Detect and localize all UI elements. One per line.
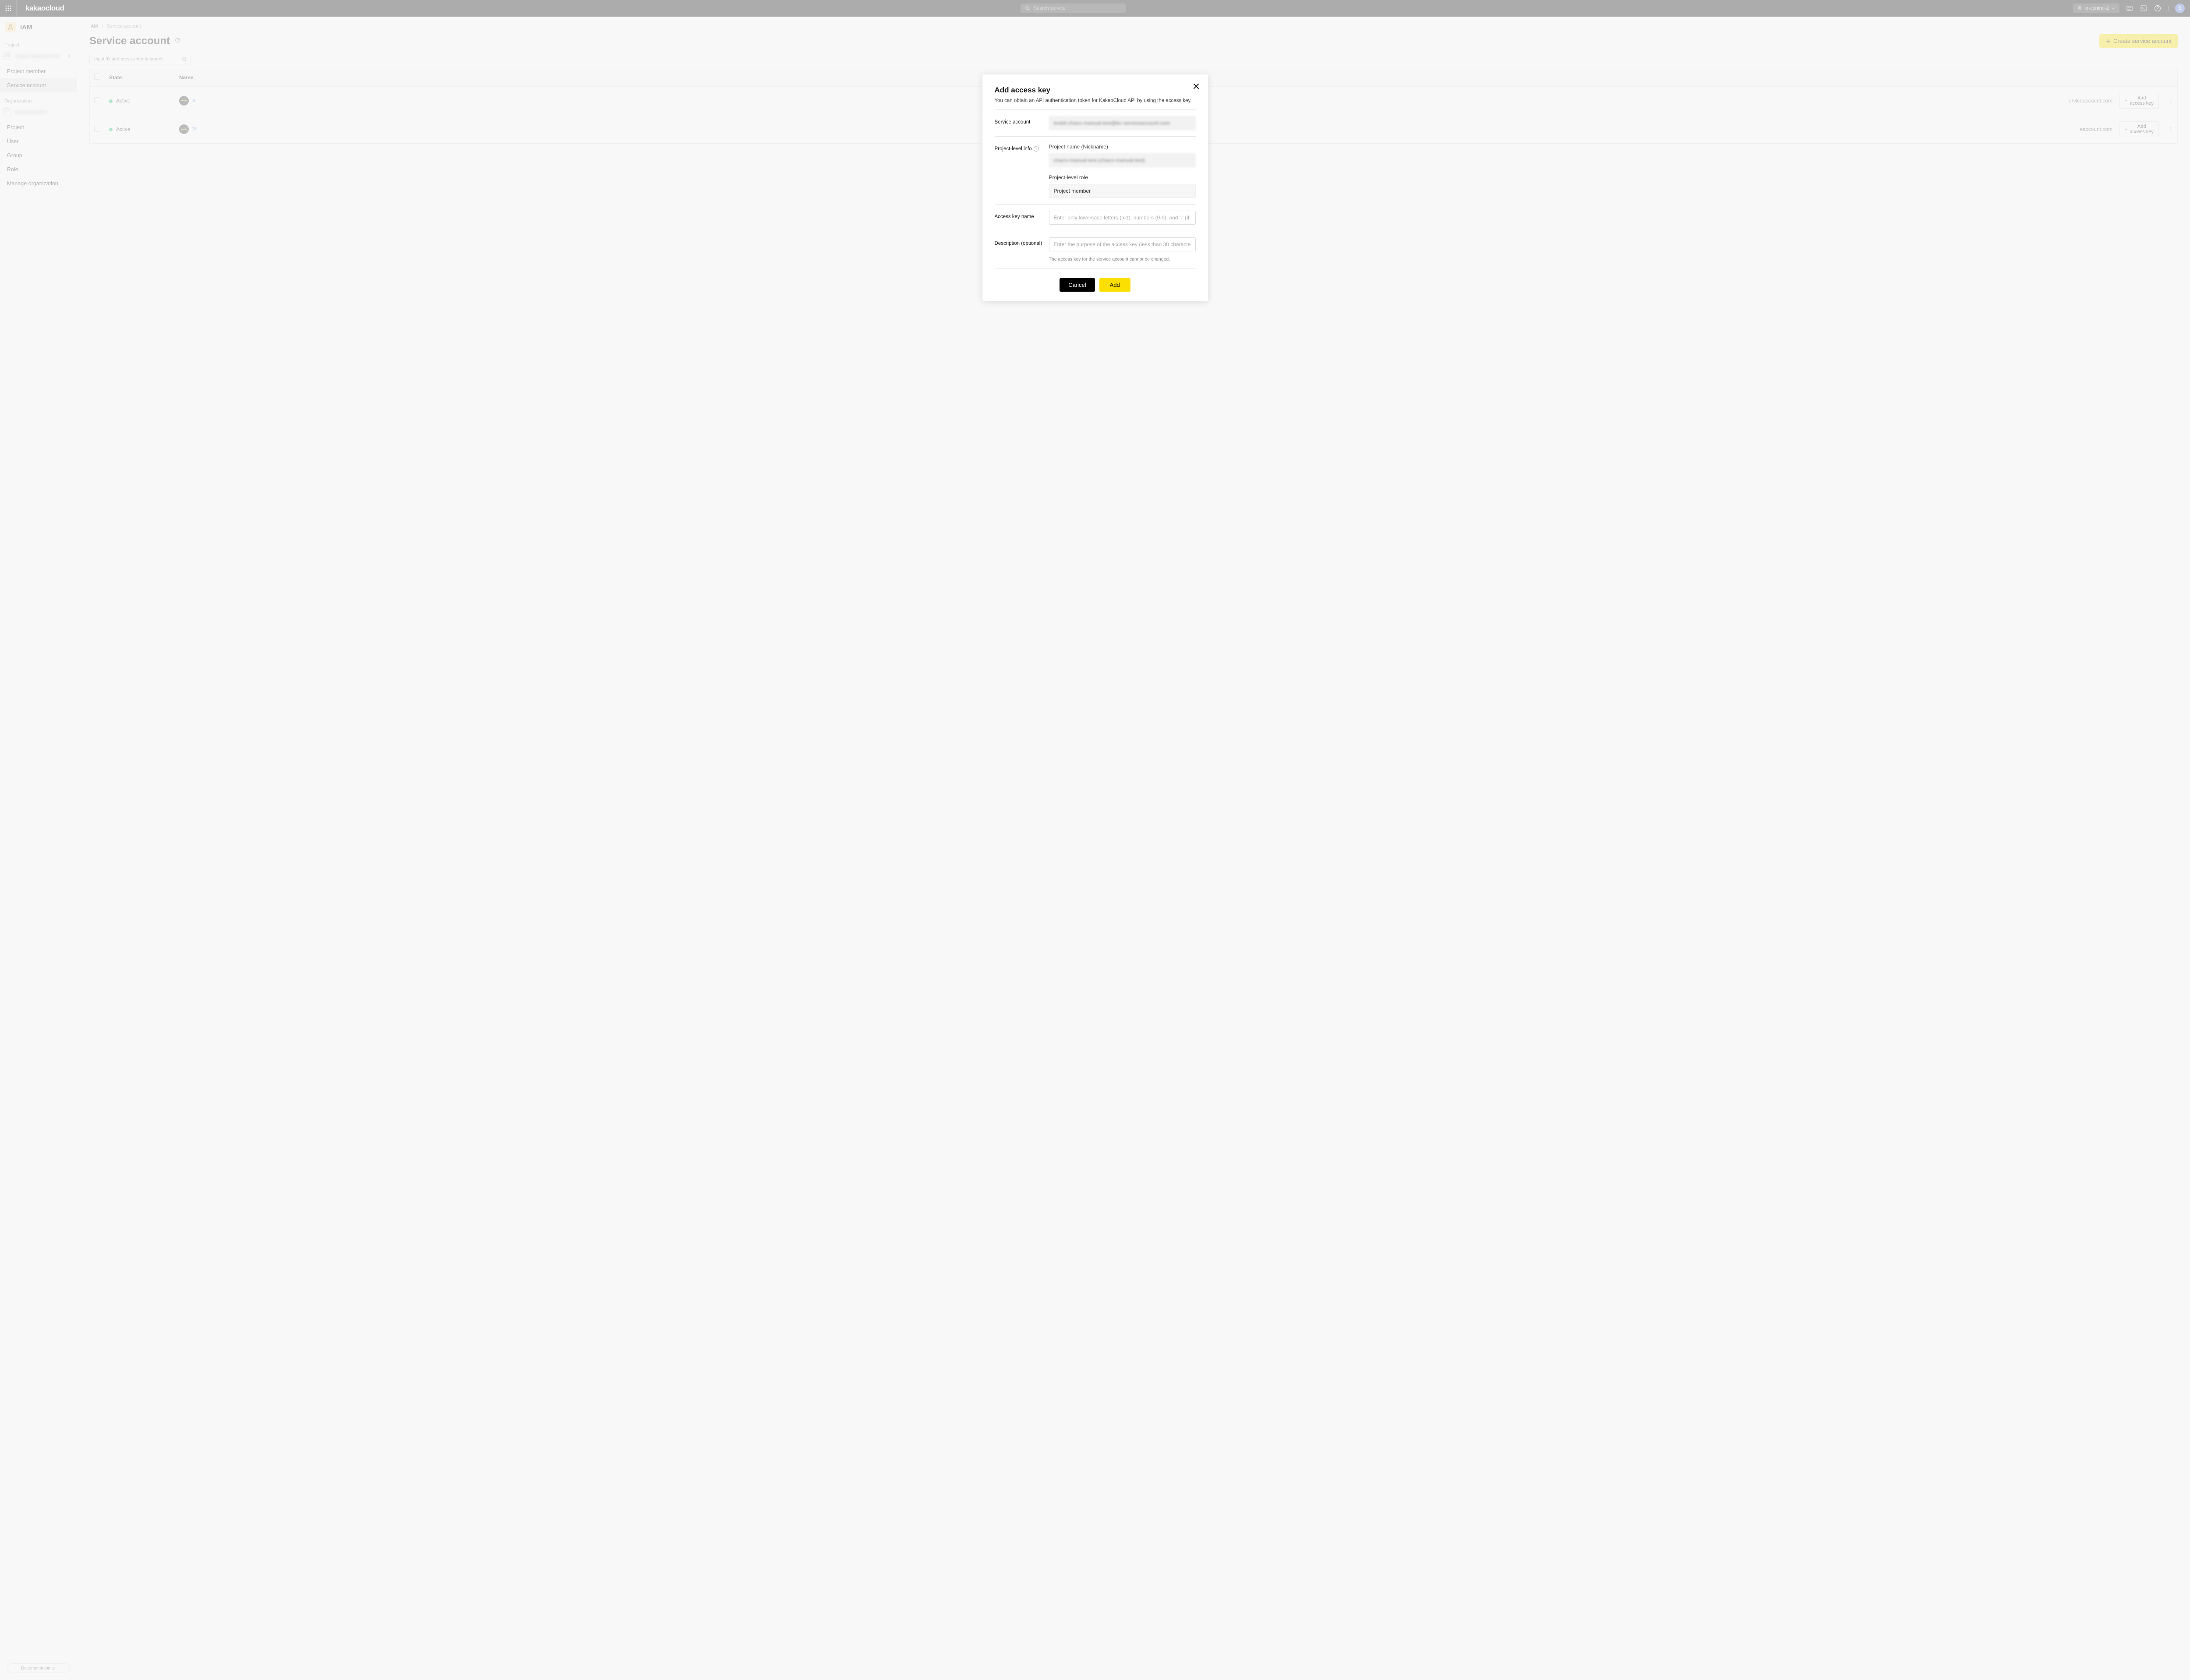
field-project-info: Project-level info ? Project name (Nickn… [995, 137, 1196, 205]
modal-close-button[interactable] [1192, 82, 1200, 92]
field-label: Access key name [995, 211, 1044, 219]
info-icon[interactable]: ? [1034, 146, 1039, 152]
add-button[interactable]: Add [1099, 278, 1130, 292]
modal-scrim: Add access key You can obtain an API aut… [0, 0, 2190, 1680]
field-access-key-name: Access key name [995, 205, 1196, 231]
field-label: Project-level info ? [995, 143, 1044, 152]
description-input[interactable] [1049, 237, 1196, 251]
project-role-value: Project member [1049, 184, 1196, 198]
field-label: Service account [995, 116, 1044, 125]
field-description: Description (optional) The access key fo… [995, 231, 1196, 268]
close-icon [1192, 82, 1200, 90]
project-role-label: Project-level role [1049, 174, 1196, 180]
add-access-key-modal: Add access key You can obtain an API aut… [982, 74, 1208, 301]
project-name-label: Project name (Nickname) [1049, 144, 1196, 150]
cancel-button[interactable]: Cancel [1060, 278, 1095, 292]
field-label: Description (optional) [995, 237, 1044, 246]
modal-actions: Cancel Add [995, 268, 1196, 292]
service-account-value: testid-chaco-manual-test@kc-serviceaccou… [1049, 116, 1196, 130]
project-name-value: chaco-manual-test (chaco-manual-test) [1049, 153, 1196, 167]
field-service-account: Service account testid-chaco-manual-test… [995, 110, 1196, 137]
access-key-name-input[interactable] [1049, 211, 1196, 225]
modal-description: You can obtain an API authentication tok… [995, 98, 1196, 103]
description-hint: The access key for the service account c… [1049, 257, 1196, 262]
modal-title: Add access key [995, 86, 1196, 95]
